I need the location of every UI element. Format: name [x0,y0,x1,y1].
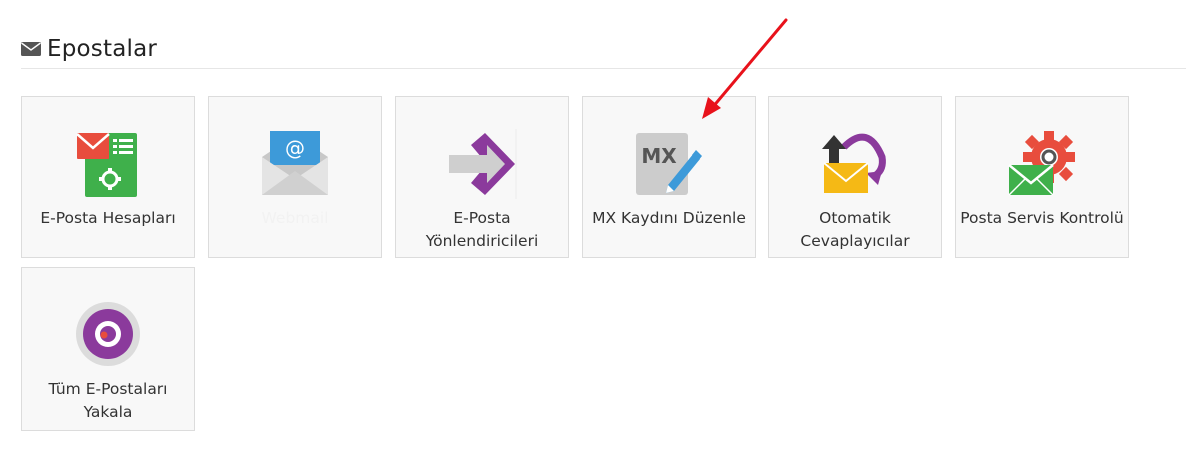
webmail-icon: @ [260,129,330,199]
forwarders-icon [447,129,517,199]
email-accounts-icon [73,129,143,199]
tile-label: E-Posta Yönlendiricileri [425,209,539,250]
tile-label: Otomatik Cevaplayıcılar [800,209,910,250]
section-header: Epostalar [21,30,1186,69]
tile-label: Webmail [261,209,329,227]
envelope-icon [21,42,41,56]
tile-label: E-Posta Hesapları [40,209,176,227]
tile-label: MX Kaydını Düzenle [592,209,746,227]
svg-text:@: @ [285,136,305,160]
mail-service-control-icon [1007,129,1077,199]
tile-forwarders[interactable]: E-Posta Yönlendiricileri [395,96,569,258]
tile-mx-record[interactable]: MX MX Kaydını Düzenle [582,96,756,258]
tile-label: Posta Servis Kontrolü [960,209,1124,227]
section-title: Epostalar [47,36,158,62]
tile-autoresponders[interactable]: Otomatik Cevaplayıcılar [768,96,942,258]
tile-email-accounts[interactable]: E-Posta Hesapları [21,96,195,258]
tile-mail-service-control[interactable]: Posta Servis Kontrolü [955,96,1129,258]
svg-text:MX: MX [641,144,677,168]
catch-all-icon [73,300,143,370]
tile-label: Tüm E-Postaları Yakala [48,380,168,421]
mx-record-icon: MX [634,129,704,199]
tile-webmail[interactable]: @ Webmail [208,96,382,258]
tile-catch-all[interactable]: Tüm E-Postaları Yakala [21,267,195,431]
autoresponder-icon [820,129,890,199]
